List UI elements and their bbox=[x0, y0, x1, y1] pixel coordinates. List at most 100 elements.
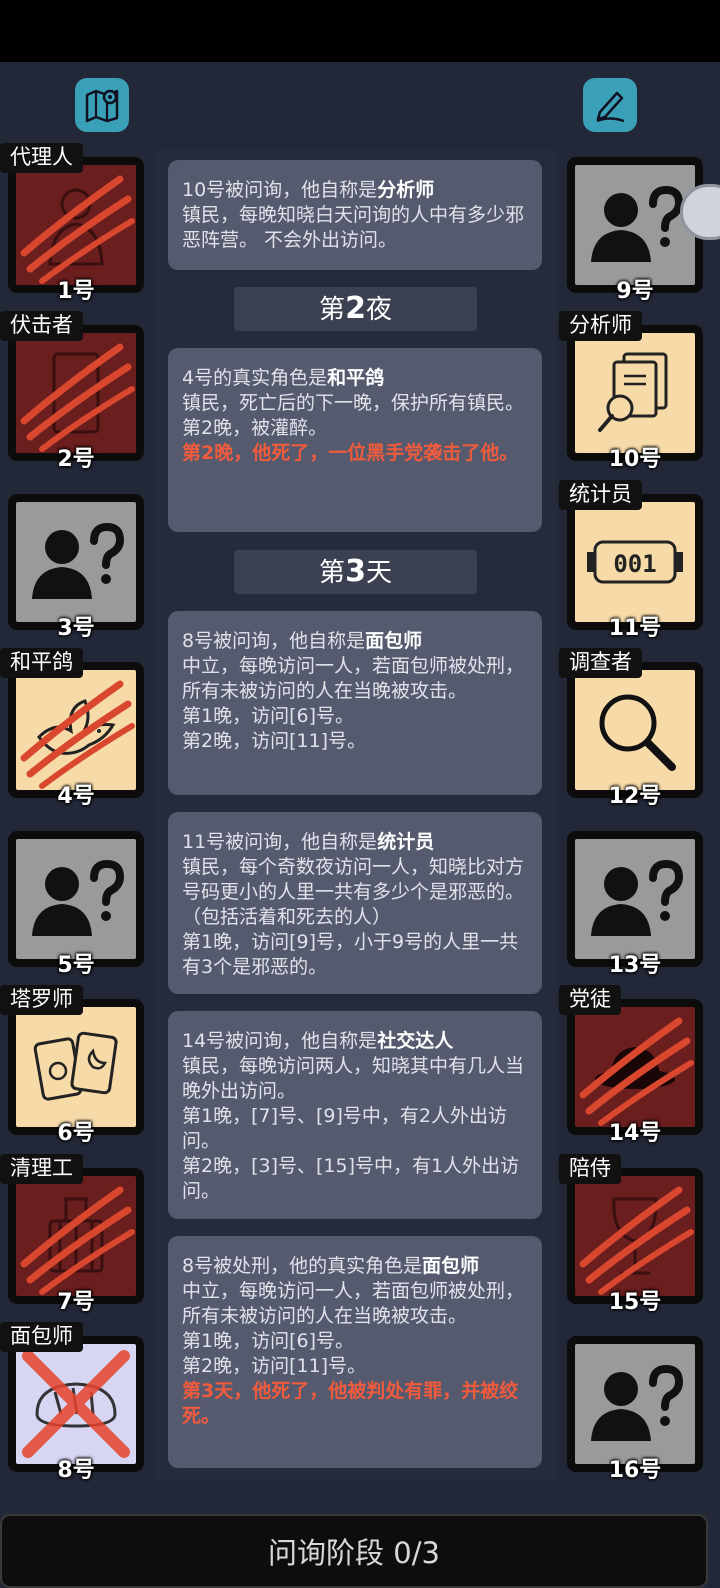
death-notice: 第3天，他死了，他被判处有罪，并被绞死。 bbox=[182, 1380, 519, 1427]
log-line: 第1晚，访问[6]号。 bbox=[182, 705, 355, 727]
portrait bbox=[16, 1176, 136, 1296]
log-lead: 8号被处刑，他的真实角色是 bbox=[182, 1255, 423, 1277]
player-number: 1号 bbox=[57, 279, 95, 304]
role-tag: 清理工 bbox=[0, 1154, 83, 1184]
player-number: 15号 bbox=[608, 1290, 662, 1315]
unknown-person-icon bbox=[16, 502, 136, 622]
claimed-role: 统计员 bbox=[377, 831, 435, 853]
role-description: 镇民，每晚访问两人，知晓其中有几人当晚外出访问。 bbox=[182, 1055, 525, 1102]
player-card[interactable]: 和平鸽 4号 bbox=[0, 648, 144, 809]
player-card[interactable]: 代理人 1号 bbox=[0, 143, 144, 304]
pen-icon bbox=[596, 91, 625, 123]
executed-cross-mark bbox=[22, 1350, 130, 1458]
player-number: 2号 bbox=[57, 447, 95, 472]
portrait bbox=[575, 1344, 695, 1464]
player-number: 9号 bbox=[616, 279, 654, 304]
role-tag: 和平鸽 bbox=[0, 648, 83, 678]
claw-marks bbox=[20, 343, 135, 452]
unknown-person-icon bbox=[575, 165, 695, 285]
claw-marks bbox=[20, 1186, 135, 1295]
claimed-role: 分析师 bbox=[377, 179, 435, 201]
phase-status-label: 问询阶段 0/3 bbox=[268, 1536, 440, 1570]
portrait bbox=[575, 670, 695, 790]
player-card[interactable]: 清理工 7号 bbox=[0, 1154, 144, 1315]
phase-divider: 第2夜 bbox=[234, 287, 477, 331]
role-tag: 调查者 bbox=[559, 648, 642, 678]
status-bar bbox=[0, 0, 720, 62]
log-lead: 10号被问询，他自称是 bbox=[182, 179, 378, 201]
portrait bbox=[575, 1176, 695, 1296]
portrait bbox=[16, 1344, 136, 1464]
log-message: 8号被处刑，他的真实角色是面包师 中立，每晚访问一人，若面包师被处刑，所有未被访… bbox=[168, 1236, 542, 1468]
portrait bbox=[16, 165, 136, 285]
map-icon bbox=[85, 89, 119, 123]
interrogation-phase-button[interactable]: 问询阶段 0/3 bbox=[0, 1514, 708, 1588]
player-number: 7号 bbox=[57, 1290, 95, 1315]
documents-magnifier-icon bbox=[575, 333, 695, 453]
log-message: 10号被问询，他自称是分析师 镇民，每晚知晓白天问询的人中有多少邪恶阵营。 不会… bbox=[168, 160, 542, 270]
player-number: 3号 bbox=[57, 616, 95, 641]
phase-prefix: 第 bbox=[319, 295, 346, 325]
magnifier-icon bbox=[575, 670, 695, 790]
log-lead: 8号被问询，他自称是 bbox=[182, 630, 366, 652]
log-lead: 14号被问询，他自称是 bbox=[182, 1030, 378, 1052]
player-number: 8号 bbox=[57, 1458, 95, 1483]
player-card[interactable]: 3号 bbox=[8, 494, 144, 641]
log-line: 第2晚，被灌醉。 bbox=[182, 417, 328, 439]
unknown-person-icon bbox=[16, 839, 136, 959]
log-line: 第1晚，访问[9]号，小于9号的人里一共有3个是邪恶的。 bbox=[182, 931, 519, 978]
player-card[interactable]: 塔罗师 6号 bbox=[0, 985, 144, 1146]
log-line: 第2晚，[3]号、[15]号中，有1人外出访问。 bbox=[182, 1155, 520, 1202]
player-card[interactable]: 13号 bbox=[567, 831, 703, 978]
player-number: 12号 bbox=[608, 784, 662, 809]
true-role: 和平鸽 bbox=[327, 367, 385, 389]
player-card[interactable]: 调查者 12号 bbox=[559, 648, 703, 809]
role-tag: 分析师 bbox=[559, 311, 642, 341]
log-line: 第2晚，访问[11]号。 bbox=[182, 730, 367, 752]
claw-marks bbox=[20, 680, 135, 789]
phase-suffix: 夜 bbox=[365, 295, 392, 325]
svg-text:001: 001 bbox=[613, 550, 656, 578]
death-notice: 第2晚，他死了，一位黑手党袭击了他。 bbox=[182, 442, 519, 464]
portrait: 001 bbox=[575, 502, 695, 622]
player-card[interactable]: 党徒 14号 bbox=[559, 985, 703, 1146]
tarot-cards-icon bbox=[16, 1007, 136, 1127]
unknown-person-icon bbox=[575, 839, 695, 959]
role-tag: 统计员 bbox=[559, 480, 642, 510]
notes-button[interactable] bbox=[583, 78, 637, 132]
unknown-person-icon bbox=[575, 1344, 695, 1464]
player-card[interactable]: 面包师 8号 bbox=[0, 1322, 144, 1483]
role-description: 镇民，每晚知晓白天问询的人中有多少邪恶阵营。 不会外出访问。 bbox=[182, 204, 525, 251]
player-card[interactable]: 分析师 10号 bbox=[559, 311, 703, 472]
player-card[interactable]: 伏击者 2号 bbox=[0, 311, 144, 472]
claimed-role: 社交达人 bbox=[377, 1030, 454, 1052]
log-lead: 11号被问询，他自称是 bbox=[182, 831, 378, 853]
log-message: 8号被问询，他自称是面包师 中立，每晚访问一人，若面包师被处刑，所有未被访问的人… bbox=[168, 611, 542, 795]
player-number: 10号 bbox=[608, 447, 662, 472]
map-button[interactable] bbox=[75, 78, 129, 132]
log-line: 第1晚，访问[6]号。 bbox=[182, 1330, 355, 1352]
phase-divider: 第3天 bbox=[234, 550, 477, 594]
player-card[interactable]: 16号 bbox=[567, 1336, 703, 1483]
portrait bbox=[16, 502, 136, 622]
portrait bbox=[575, 1007, 695, 1127]
role-tag: 代理人 bbox=[0, 143, 83, 173]
role-description: 中立，每晚访问一人，若面包师被处刑，所有未被访问的人在当晚被攻击。 bbox=[182, 1280, 525, 1327]
log-message: 14号被问询，他自称是社交达人 镇民，每晚访问两人，知晓其中有几人当晚外出访问。… bbox=[168, 1011, 542, 1219]
player-number: 11号 bbox=[608, 616, 662, 641]
player-card[interactable]: 5号 bbox=[8, 831, 144, 978]
phase-prefix: 第 bbox=[319, 558, 346, 588]
portrait bbox=[16, 839, 136, 959]
player-number: 5号 bbox=[57, 953, 95, 978]
player-number: 13号 bbox=[608, 953, 662, 978]
player-card[interactable]: 001 统计员 11号 bbox=[559, 480, 703, 641]
log-message: 11号被问询，他自称是统计员 镇民，每个奇数夜访问一人，知晓比对方号码更小的人里… bbox=[168, 812, 542, 994]
phase-suffix: 天 bbox=[365, 558, 392, 588]
log-message: 4号的真实角色是和平鸽 镇民，死亡后的下一晚，保护所有镇民。 第2晚，被灌醉。 … bbox=[168, 348, 542, 532]
player-card[interactable]: 陪侍 15号 bbox=[559, 1154, 703, 1315]
phase-number: 3 bbox=[345, 554, 366, 589]
portrait bbox=[16, 670, 136, 790]
role-description: 中立，每晚访问一人，若面包师被处刑，所有未被访问的人在当晚被攻击。 bbox=[182, 655, 525, 702]
role-description: 镇民，死亡后的下一晚，保护所有镇民。 bbox=[182, 392, 525, 414]
player-number: 6号 bbox=[57, 1121, 95, 1146]
